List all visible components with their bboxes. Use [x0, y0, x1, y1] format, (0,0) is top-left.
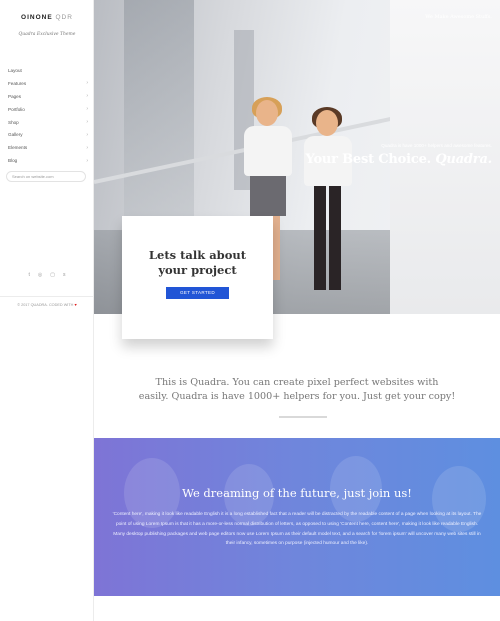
menu-item-gallery[interactable]: Gallery › — [8, 128, 88, 141]
hero-top-text: We Make Awesome Stuffs. — [425, 14, 492, 20]
hero-title-italic: Quadra. — [435, 152, 492, 167]
pants — [314, 186, 326, 290]
cta-title-line: your project — [158, 263, 237, 277]
logo[interactable]: OINONE QDR — [0, 14, 94, 21]
menu-item-label: Gallery — [8, 132, 23, 138]
menu-item-label: Features — [8, 80, 27, 86]
cta-title-line: Lets talk about — [148, 248, 247, 262]
section-divider — [279, 416, 327, 418]
heart-icon: ♥ — [74, 303, 77, 307]
logo-suffix: QDR — [55, 14, 73, 21]
get-started-button[interactable]: GET STARTED — [166, 287, 229, 299]
shirt — [244, 126, 292, 176]
menu-item-layout[interactable]: Layout — [8, 64, 88, 77]
menu-item-label: Shop — [8, 119, 19, 125]
menu-item-shop[interactable]: Shop › — [8, 116, 88, 129]
chevron-right-icon: › — [86, 93, 88, 100]
instagram-icon[interactable]: ▢ — [50, 272, 55, 278]
banner-text: 'Content here', making it look like read… — [112, 512, 482, 547]
banner-title: We dreaming of the future, just join us! — [182, 486, 412, 500]
chevron-right-icon: › — [86, 144, 88, 151]
search-input[interactable]: Search on website.com — [6, 171, 86, 182]
copyright-text: © 2017 QUADRA. CODED WITH — [17, 303, 74, 307]
menu-item-label: Portfolio — [8, 106, 25, 112]
head — [316, 110, 338, 136]
hero-subtitle: Quadra is have 1000+ helpers and awesome… — [381, 143, 492, 148]
dream-banner: We dreaming of the future, just join us!… — [94, 438, 500, 596]
sidebar: OINONE QDR Quadra Exclusive Theme Layout… — [0, 0, 94, 621]
menu-item-elements[interactable]: Elements › — [8, 141, 88, 154]
chevron-right-icon: › — [86, 80, 88, 87]
menu-item-portfolio[interactable]: Portfolio › — [8, 103, 88, 116]
head — [256, 100, 278, 126]
menu-item-pages[interactable]: Pages › — [8, 90, 88, 103]
skirt — [250, 176, 286, 216]
hero-person-brunette — [302, 107, 352, 295]
menu-item-label: Layout — [8, 67, 22, 73]
cta-title: Lets talk about your project — [122, 248, 273, 278]
menu-item-features[interactable]: Features › — [8, 77, 88, 90]
nav-menu: Layout Features › Pages › Portfolio › Shop ›… — [8, 64, 88, 167]
social-links: t ◎ ▢ s — [0, 272, 94, 278]
pinterest-icon[interactable]: ◎ — [38, 272, 42, 278]
twitter-icon[interactable]: t — [29, 272, 30, 278]
chevron-right-icon: › — [86, 131, 88, 138]
menu-item-label: Pages — [8, 93, 22, 99]
leg — [272, 216, 280, 280]
intro-text: This is Quadra. You can create pixel per… — [94, 376, 500, 404]
chevron-right-icon: › — [86, 157, 88, 164]
hero-window — [124, 0, 194, 230]
hero-title: Your Best Choice. Quadra. — [306, 152, 493, 167]
menu-item-blog[interactable]: Blog › — [8, 154, 88, 167]
logo-text: OINONE — [21, 14, 53, 21]
copyright: © 2017 QUADRA. CODED WITH ♥ — [0, 303, 94, 307]
hero-title-main: Your Best Choice. — [305, 152, 432, 167]
skype-icon[interactable]: s — [63, 272, 66, 278]
menu-item-label: Elements — [8, 145, 28, 151]
chevron-right-icon: › — [86, 106, 88, 113]
tagline: Quadra Exclusive Theme — [18, 32, 76, 37]
chevron-right-icon: › — [86, 119, 88, 125]
pants — [329, 186, 341, 290]
sidebar-divider — [0, 296, 94, 297]
intro-line: easily. Quadra is have 1000+ helpers for… — [138, 391, 456, 402]
menu-item-label: Blog — [8, 158, 18, 164]
intro-line: This is Quadra. You can create pixel per… — [155, 377, 439, 388]
